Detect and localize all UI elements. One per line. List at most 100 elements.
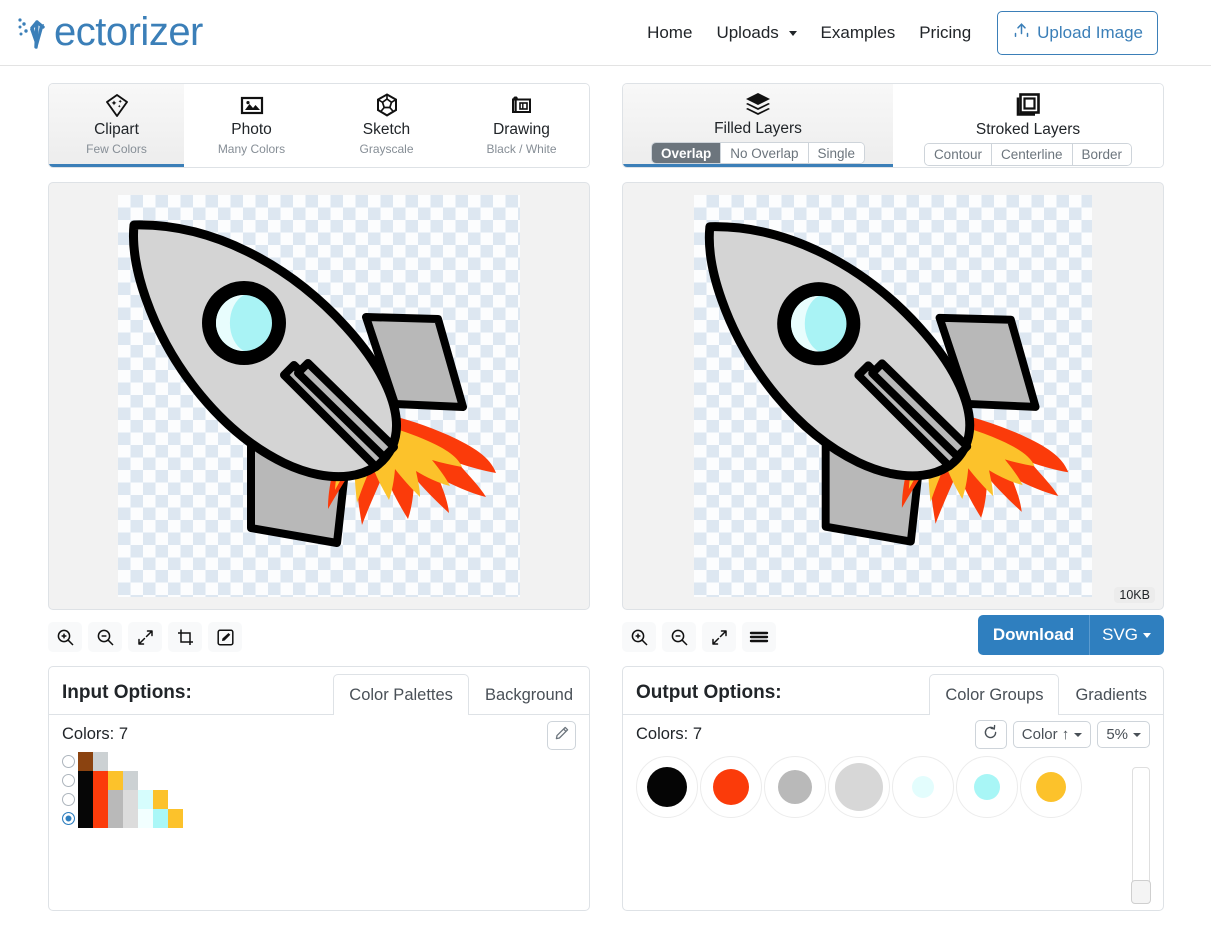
- palette-radio[interactable]: [62, 755, 75, 768]
- output-toolbar: Download SVG: [622, 615, 1164, 656]
- palette-radio[interactable]: [62, 812, 75, 825]
- input-preview[interactable]: [48, 182, 590, 610]
- palette-swatch: [123, 771, 138, 790]
- upload-image-button[interactable]: Upload Image: [997, 10, 1158, 55]
- crop-icon[interactable]: [168, 622, 202, 652]
- segment-contour[interactable]: Contour: [924, 144, 992, 165]
- input-mode-bar: Clipart Few Colors Photo Many Colors Ske…: [48, 83, 590, 168]
- palette-radio[interactable]: [62, 793, 75, 806]
- zoom-out-icon[interactable]: [662, 622, 696, 652]
- output-mode-filled-layers[interactable]: Filled Layers Overlap No Overlap Single: [623, 84, 893, 167]
- download-format-label: SVG: [1102, 625, 1138, 644]
- segment-centerline[interactable]: Centerline: [991, 144, 1073, 165]
- nav-item-home[interactable]: Home: [635, 17, 704, 49]
- output-options-tabs: Color Groups Gradients: [929, 667, 1163, 715]
- reset-button[interactable]: [974, 720, 1007, 749]
- download-button-group: Download SVG: [977, 615, 1164, 655]
- edit-palette-button[interactable]: [547, 721, 576, 750]
- zoom-in-icon[interactable]: [48, 622, 82, 652]
- nav-item-pricing[interactable]: Pricing: [907, 17, 983, 49]
- palette-swatch: [78, 809, 93, 828]
- input-mode-sketch[interactable]: Sketch Grayscale: [319, 84, 454, 167]
- nav-item-examples[interactable]: Examples: [809, 17, 908, 49]
- color-group-swatch[interactable]: [764, 756, 826, 818]
- rocket-artwork: [129, 220, 496, 547]
- palette-swatch: [168, 809, 183, 828]
- segment-single[interactable]: Single: [808, 142, 865, 163]
- input-mode-sketch-label: Sketch: [362, 121, 411, 138]
- input-options-panel: Input Options: Color Palettes Background…: [48, 666, 590, 911]
- chevron-down-icon: [788, 30, 797, 36]
- input-mode-clipart[interactable]: Clipart Few Colors: [49, 84, 184, 167]
- zoom-out-icon[interactable]: [88, 622, 122, 652]
- filled-layers-segments: Overlap No Overlap Single: [650, 141, 866, 164]
- percent-dropdown-label: 5%: [1106, 726, 1128, 743]
- output-size-badge: 10KB: [1114, 587, 1155, 603]
- input-options-body: Colors: 7: [49, 715, 589, 828]
- palette-row[interactable]: [62, 790, 576, 809]
- color-group-swatch[interactable]: [828, 756, 890, 818]
- color-group-swatch[interactable]: [1020, 756, 1082, 818]
- chevron-down-icon: [1074, 732, 1083, 737]
- output-mode-stroked-layers[interactable]: Stroked Layers Contour Centerline Border: [893, 84, 1163, 167]
- input-canvas[interactable]: [118, 195, 520, 597]
- palette-radio[interactable]: [62, 774, 75, 787]
- sort-dropdown[interactable]: Color ↑: [1012, 721, 1092, 748]
- rocket-vector-result: [704, 222, 1069, 546]
- logo[interactable]: ectorizer: [14, 10, 203, 55]
- output-mode-filled-layers-label: Filled Layers: [714, 119, 802, 137]
- zoom-in-icon[interactable]: [622, 622, 656, 652]
- color-group-swatch[interactable]: [892, 756, 954, 818]
- palette-swatch: [153, 809, 168, 828]
- output-canvas[interactable]: [694, 195, 1092, 597]
- palette-row[interactable]: [62, 771, 576, 790]
- nested-squares-icon: [1014, 91, 1042, 119]
- input-mode-drawing-sub: Black / White: [486, 142, 557, 156]
- color-group-swatch[interactable]: [636, 756, 698, 818]
- color-groups-slider-handle[interactable]: [1131, 880, 1151, 904]
- palette-row[interactable]: [62, 809, 576, 828]
- input-options-title: Input Options:: [62, 682, 192, 703]
- color-group-swatch[interactable]: [956, 756, 1018, 818]
- hexagon-sketch-icon: [373, 91, 401, 119]
- tab-color-palettes[interactable]: Color Palettes: [333, 674, 469, 715]
- input-options-tabs: Color Palettes Background: [333, 667, 589, 715]
- input-mode-clipart-label: Clipart: [94, 121, 139, 138]
- sort-dropdown-label: Color ↑: [1021, 726, 1070, 743]
- input-mode-photo-label: Photo: [231, 121, 272, 138]
- input-column: Clipart Few Colors Photo Many Colors Ske…: [48, 83, 590, 911]
- vectorizer-arrow-logo-icon: [14, 11, 58, 55]
- output-preview[interactable]: 10KB: [622, 182, 1164, 610]
- palette-swatch: [108, 809, 123, 828]
- tab-background[interactable]: Background: [469, 674, 589, 715]
- input-toolbar: [48, 618, 590, 656]
- input-mode-photo[interactable]: Photo Many Colors: [184, 84, 319, 167]
- tab-color-groups[interactable]: Color Groups: [929, 674, 1060, 715]
- edit-pencil-icon[interactable]: [208, 622, 242, 652]
- color-group-swatch[interactable]: [700, 756, 762, 818]
- output-mode-bar: Filled Layers Overlap No Overlap Single …: [622, 83, 1164, 168]
- segment-overlap[interactable]: Overlap: [651, 142, 722, 163]
- percent-dropdown[interactable]: 5%: [1097, 721, 1150, 748]
- segment-border[interactable]: Border: [1072, 144, 1132, 165]
- tab-gradients[interactable]: Gradients: [1059, 674, 1163, 715]
- palette-swatch: [138, 809, 153, 828]
- site-header: ectorizer Home Uploads Examples Pricing …: [0, 0, 1211, 66]
- input-mode-drawing[interactable]: Drawing Black / White: [454, 84, 589, 167]
- nav-item-uploads[interactable]: Uploads: [704, 17, 808, 49]
- download-button[interactable]: Download: [977, 615, 1090, 655]
- color-groups-slider[interactable]: [1131, 767, 1151, 904]
- hamburger-menu-icon[interactable]: [742, 622, 776, 652]
- chevron-down-icon: [1133, 732, 1141, 737]
- palette-swatch: [93, 771, 108, 790]
- stroked-layers-segments: Contour Centerline Border: [923, 143, 1133, 166]
- fit-expand-icon[interactable]: [702, 622, 736, 652]
- palette-swatch: [93, 752, 108, 771]
- segment-no-overlap[interactable]: No Overlap: [721, 142, 809, 163]
- fit-expand-icon[interactable]: [128, 622, 162, 652]
- download-format-dropdown[interactable]: SVG: [1089, 615, 1164, 655]
- palette-swatch: [93, 790, 108, 809]
- palette-row[interactable]: [62, 752, 576, 771]
- upload-image-label: Upload Image: [1037, 22, 1143, 42]
- upload-arrow-icon: [1012, 21, 1031, 45]
